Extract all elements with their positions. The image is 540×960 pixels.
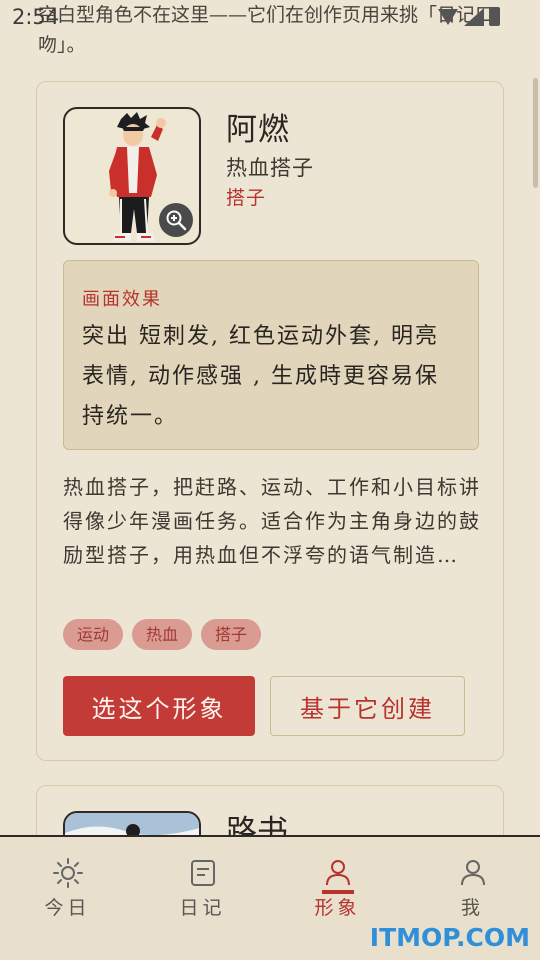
tag-chip: 热血 [132, 619, 193, 650]
nav-label: 形象 [314, 897, 361, 919]
tag-chip: 运动 [63, 619, 124, 650]
tag-chips: 运动 热血 搭子 [63, 619, 262, 650]
user-icon [460, 860, 485, 886]
character-card: 阿燃 热血搭子 搭子 画面效果 突出 短刺发, 红色运动外套, 明亮表情, 动作… [36, 81, 504, 761]
sun-icon [52, 858, 83, 888]
character-name: 阿燃 [226, 112, 290, 148]
zoom-button[interactable] [159, 203, 193, 237]
character-portrait[interactable] [63, 107, 201, 245]
status-bar: 2:54 [0, 0, 540, 34]
create-from-character-button[interactable]: 基于它创建 [270, 676, 465, 736]
watermark: ITMOP.COM [369, 923, 530, 952]
nav-item-today[interactable]: 今日 [0, 837, 135, 937]
scrollbar[interactable] [533, 78, 538, 188]
character-description: 热血搭子，把赶路、运动、工作和小目标讲得像少年漫画任务。适合作为主角身边的鼓励型… [63, 475, 481, 567]
nav-item-character[interactable]: 形象 [270, 837, 405, 937]
nav-label: 今日 [44, 897, 91, 919]
nav-label: 日记 [179, 897, 226, 919]
tag-chip: 搭子 [201, 619, 262, 650]
effect-title: 画面效果 [82, 289, 162, 310]
zoom-in-icon [166, 210, 187, 231]
nav-item-me[interactable]: 我 [405, 837, 540, 937]
character-role: 热血搭子 [226, 156, 314, 180]
diary-icon [190, 860, 215, 886]
visual-effect-box: 画面效果 突出 短刺发, 红色运动外套, 明亮表情, 动作感强 , 生成時更容易… [63, 260, 479, 450]
effect-text: 突出 短刺发, 红色运动外套, 明亮表情, 动作感强 , 生成時更容易保持统一。 [82, 324, 439, 429]
status-time: 2:54 [12, 5, 60, 29]
character-tag: 搭子 [226, 187, 267, 209]
nav-item-diary[interactable]: 日记 [135, 837, 270, 937]
person-icon [325, 860, 350, 886]
nav-label: 我 [460, 897, 484, 919]
select-character-button[interactable]: 选这个形象 [63, 676, 255, 736]
